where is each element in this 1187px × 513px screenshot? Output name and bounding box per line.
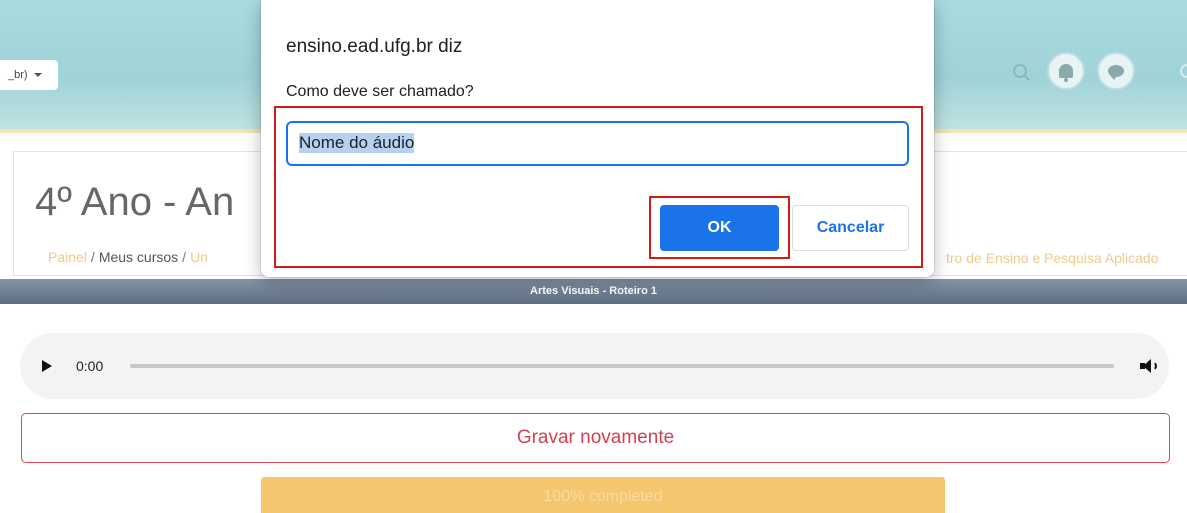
language-select-label: _br) <box>8 69 28 81</box>
page: _br) 4º Ano - An Painel / Meus cursos / Un t… <box>0 0 1187 513</box>
record-again-button[interactable]: Gravar novamente <box>21 413 1170 463</box>
chat-icon <box>1108 65 1124 80</box>
cancel-button[interactable]: Cancelar <box>792 205 909 251</box>
breadcrumb-course[interactable]: Un <box>190 249 208 265</box>
prompt-dialog: ensino.ead.ufg.br diz Como deve ser cham… <box>261 0 934 277</box>
breadcrumb-category[interactable]: tro de Ensino e Pesquisa Aplicado <box>946 250 1158 266</box>
volume-icon[interactable] <box>1140 358 1158 374</box>
course-title: 4º Ano - An <box>35 180 235 224</box>
play-icon[interactable] <box>42 360 52 372</box>
completed-progress-bar: 100% completed <box>261 477 945 513</box>
breadcrumb-separator: / <box>182 249 187 265</box>
messages-button[interactable] <box>1099 54 1133 88</box>
language-select[interactable]: _br) <box>0 60 58 90</box>
audio-time: 0:00 <box>76 358 104 374</box>
annotation-ok-highlight <box>649 196 790 259</box>
activity-title-bar: Artes Visuais - Roteiro 1 <box>0 279 1187 304</box>
breadcrumb-separator: / <box>90 249 95 265</box>
dialog-origin: ensino.ead.ufg.br diz <box>286 36 463 57</box>
notifications-button[interactable] <box>1049 54 1083 88</box>
dialog-message: Como deve ser chamado? <box>286 83 474 100</box>
breadcrumb-painel[interactable]: Painel <box>48 249 87 265</box>
bell-icon <box>1059 64 1073 82</box>
user-menu-edge[interactable] <box>1180 64 1187 78</box>
audio-progress-bar[interactable] <box>130 364 1114 368</box>
chevron-down-icon <box>33 73 42 77</box>
search-icon[interactable] <box>1013 64 1027 78</box>
breadcrumb: Painel / Meus cursos / Un <box>48 249 208 265</box>
breadcrumb-meus-cursos[interactable]: Meus cursos <box>99 249 178 265</box>
audio-player: 0:00 <box>20 333 1169 399</box>
